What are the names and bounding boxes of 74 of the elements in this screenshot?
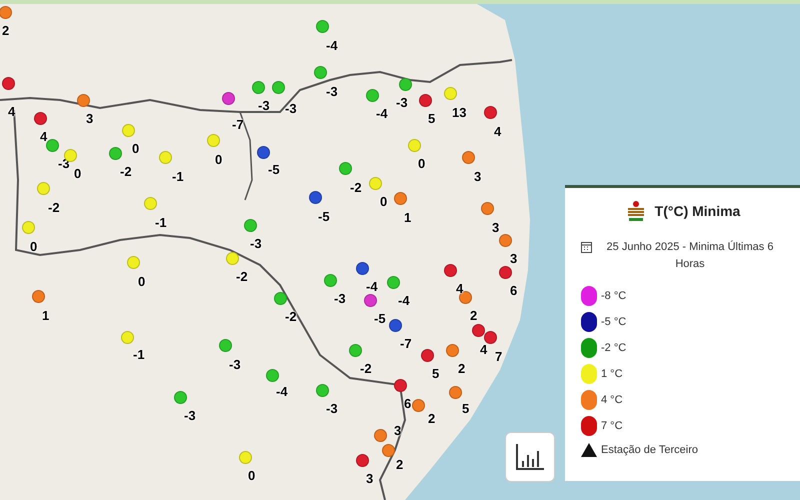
temperature-label: 2 [396, 458, 404, 471]
temperature-label: -3 [326, 85, 338, 98]
temperature-label: -3 [326, 402, 338, 415]
temperature-label: -4 [376, 107, 388, 120]
triangle-icon [581, 443, 597, 458]
legend-label: Estação de Terceiro [601, 443, 698, 458]
temperature-label: -5 [268, 163, 280, 176]
bar-chart-icon [515, 443, 545, 471]
legend-label: -5 °C [601, 314, 626, 330]
temperature-label: -4 [398, 294, 410, 307]
temperature-label: 2 [458, 362, 466, 375]
temperature-label: 4 [8, 105, 16, 118]
temperature-label: 1 [42, 309, 50, 322]
temperature-label: 0 [74, 167, 82, 180]
temperature-label: -3 [396, 96, 408, 109]
legend-date: 25 Junho 2025 - Minima Últimas 6 Horas [606, 240, 774, 272]
temperature-label: -2 [120, 165, 132, 178]
chart-button[interactable] [505, 432, 555, 482]
temperature-label: 0 [215, 153, 222, 166]
temperature-label: -2 [48, 201, 60, 214]
temperature-label: -1 [155, 216, 167, 229]
temperature-label: 2 [428, 412, 436, 425]
legend-label: 4 °C [601, 392, 623, 408]
temperature-label: 5 [432, 367, 440, 380]
temperature-label: 13 [452, 106, 466, 119]
temperature-label: -3 [258, 99, 270, 112]
temperature-label: 0 [248, 469, 256, 482]
temperature-label: 4 [494, 125, 502, 138]
temperature-label: 5 [462, 402, 470, 415]
temperature-label: 4 [456, 282, 464, 295]
temperature-label: 0 [30, 240, 38, 253]
temperature-label: 3 [86, 112, 94, 125]
temperature-label: 5 [428, 112, 436, 125]
temperature-label: -1 [133, 348, 145, 361]
temperature-label: 6 [404, 397, 412, 410]
temperature-label: -3 [285, 102, 297, 115]
legend-label: 7 °C [601, 418, 623, 434]
temperature-label: 3 [366, 472, 374, 485]
temperature-label: -2 [360, 362, 372, 375]
temperature-label: 3 [492, 221, 500, 234]
temperature-label: -3 [184, 409, 196, 422]
temperature-label: 3 [474, 170, 482, 183]
temperature-label: 2 [470, 309, 478, 322]
temperature-label: 6 [510, 284, 518, 297]
temperature-label: -4 [326, 39, 338, 52]
temperature-label: -3 [334, 292, 346, 305]
temperature-label: 0 [132, 142, 140, 155]
temperature-label: -1 [172, 170, 184, 183]
temperature-label: 4 [480, 343, 488, 356]
temperature-label: -2 [350, 181, 362, 194]
temperature-label: 2 [2, 24, 10, 37]
legend-title: T(°C) Minima [654, 202, 740, 221]
temperature-label: -2 [285, 310, 297, 323]
temperature-label: -5 [318, 210, 330, 223]
temperature-label: -7 [232, 118, 244, 131]
temperature-label: 0 [418, 157, 426, 170]
temperature-label: -4 [366, 280, 378, 293]
temperature-label: -7 [400, 337, 412, 350]
temperature-label: 3 [394, 424, 402, 437]
temperature-label: 0 [380, 195, 388, 208]
calendar-icon [581, 241, 592, 253]
temperature-label: -5 [374, 312, 386, 325]
temperature-label: -3 [250, 237, 262, 250]
legend-label: -8 °C [601, 288, 626, 304]
temperature-label: -4 [276, 385, 288, 398]
temperature-label: 0 [138, 275, 146, 288]
temperature-label: -3 [229, 358, 241, 371]
temperature-label: 3 [510, 252, 518, 265]
temperature-label: 7 [495, 350, 502, 363]
temperature-label: 4 [40, 130, 48, 143]
temperature-label: 1 [404, 211, 412, 224]
legend-label: 1 °C [601, 366, 623, 382]
legend-label: -2 °C [601, 340, 626, 356]
temperature-label: -2 [236, 270, 248, 283]
